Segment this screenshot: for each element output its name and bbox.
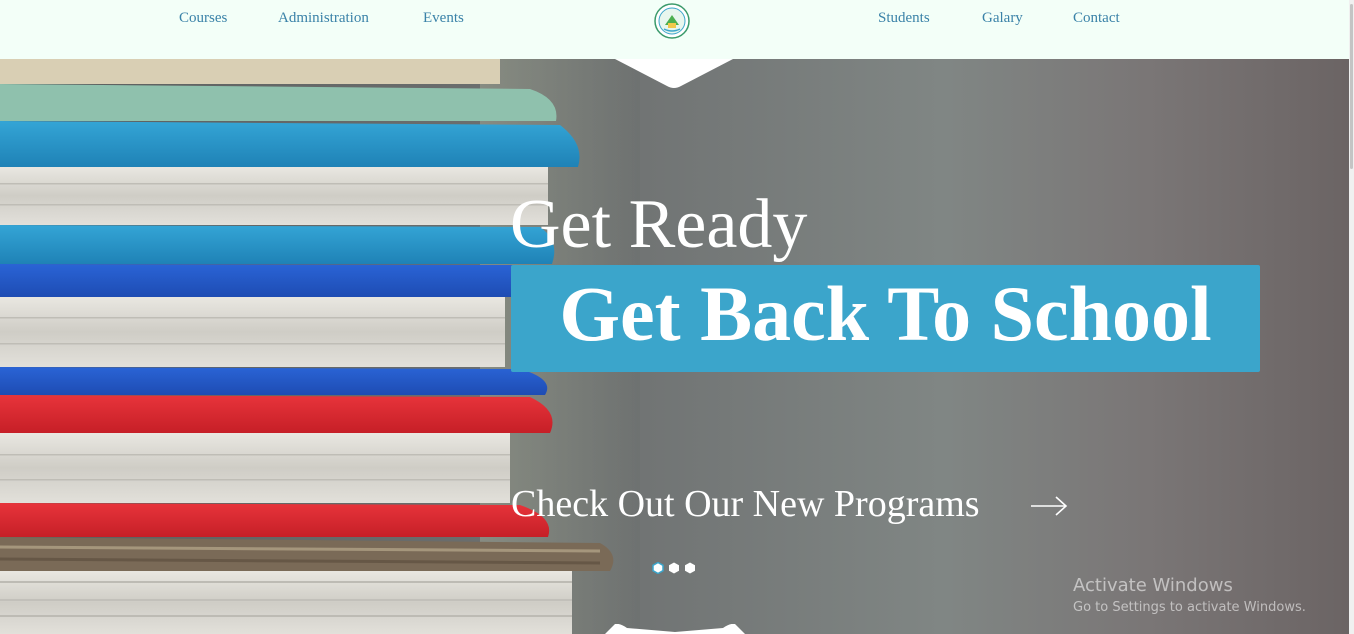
nav-link-galary[interactable]: Galary [982, 10, 1023, 27]
nav-link-courses[interactable]: Courses [179, 10, 227, 27]
nav-link-events[interactable]: Events [423, 10, 464, 27]
hero-headline-highlight: Get Back To School [511, 265, 1260, 372]
hero-slider: Get Ready Get Back To School Check Out O… [0, 59, 1349, 634]
activate-windows-title: Activate Windows [1073, 575, 1233, 596]
slide-dot-2-icon[interactable] [668, 562, 680, 574]
slide-indicators [652, 562, 700, 575]
hero-headline-small: Get Ready [510, 186, 808, 263]
school-crest-logo-icon[interactable] [654, 3, 690, 39]
hero-top-notch [615, 59, 733, 88]
check-out-programs-link[interactable]: Check Out Our New Programs [511, 482, 980, 526]
hero-bottom-notch [605, 624, 745, 634]
slide-dot-3-icon[interactable] [684, 562, 696, 574]
top-navigation: Courses Administration Events Students G… [0, 0, 1349, 59]
activate-windows-subtitle: Go to Settings to activate Windows. [1073, 600, 1306, 615]
page-scrollbar[interactable] [1349, 0, 1354, 634]
nav-link-administration[interactable]: Administration [278, 10, 369, 27]
slide-dot-1-icon[interactable] [652, 562, 664, 574]
scrollbar-thumb[interactable] [1350, 4, 1353, 169]
arrow-right-icon[interactable] [1030, 495, 1068, 517]
nav-link-students[interactable]: Students [878, 10, 930, 27]
hero-headline-large: Get Back To School [559, 270, 1212, 357]
nav-link-contact[interactable]: Contact [1073, 10, 1120, 27]
